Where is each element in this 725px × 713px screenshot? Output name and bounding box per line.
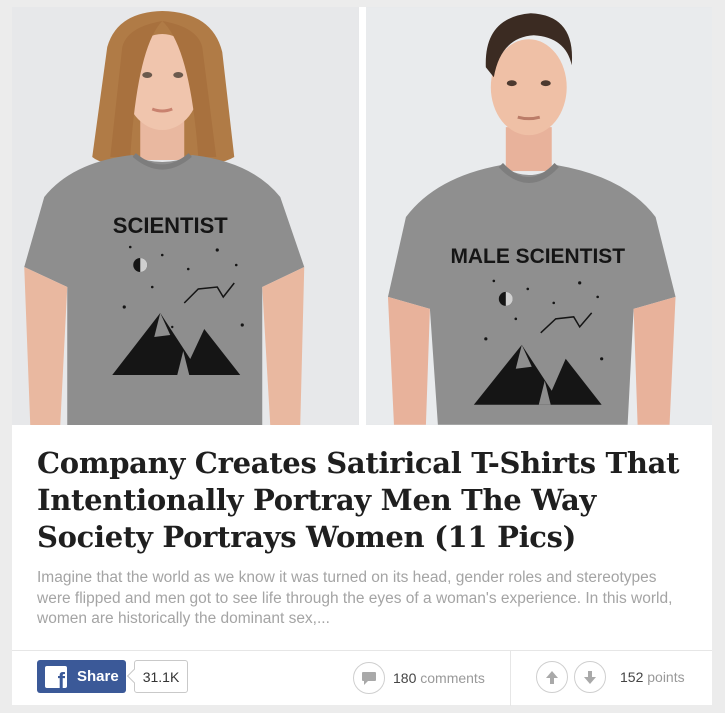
- downvote-arrow-icon[interactable]: [574, 661, 606, 693]
- comment-bubble-icon: [353, 662, 385, 694]
- article-images[interactable]: SCIENTIST MALE SCIENTIST: [12, 7, 712, 425]
- comments-label: comments: [420, 670, 485, 686]
- article-excerpt: Imagine that the world as we know it was…: [37, 569, 673, 627]
- comments-link[interactable]: 180 comments: [353, 661, 485, 695]
- photo-man-male-scientist-shirt[interactable]: MALE SCIENTIST: [365, 7, 712, 425]
- article-title[interactable]: Company Creates Satirical T-Shirts That …: [37, 445, 697, 556]
- shirt-text-male-scientist: MALE SCIENTIST: [450, 245, 625, 268]
- comments-count: 180: [393, 670, 417, 686]
- comments-count-text: 180 comments: [393, 670, 485, 686]
- share-count-value: 31.1K: [142, 668, 180, 685]
- man-photo-illustration: MALE SCIENTIST: [365, 7, 712, 425]
- points-count: 152: [620, 669, 644, 685]
- upvote-arrow-icon[interactable]: [536, 661, 568, 693]
- woman-photo-illustration: SCIENTIST: [12, 7, 359, 425]
- article-card: SCIENTIST MALE SCIENTIST Company Creates…: [12, 7, 712, 706]
- share-count: 31.1K: [134, 660, 188, 693]
- footer-divider: [510, 651, 511, 706]
- points-label: points: [647, 669, 685, 685]
- share-label: Share: [77, 668, 119, 685]
- shirt-text-scientist: SCIENTIST: [113, 213, 228, 238]
- vote-controls: 152 points: [536, 661, 685, 693]
- points-text: 152 points: [620, 669, 685, 685]
- photo-woman-scientist-shirt[interactable]: SCIENTIST: [12, 7, 359, 425]
- facebook-share-button[interactable]: f Share: [37, 660, 126, 693]
- article-footer: f Share 31.1K 180 comments 152 points: [12, 650, 712, 706]
- facebook-icon: f: [45, 665, 67, 688]
